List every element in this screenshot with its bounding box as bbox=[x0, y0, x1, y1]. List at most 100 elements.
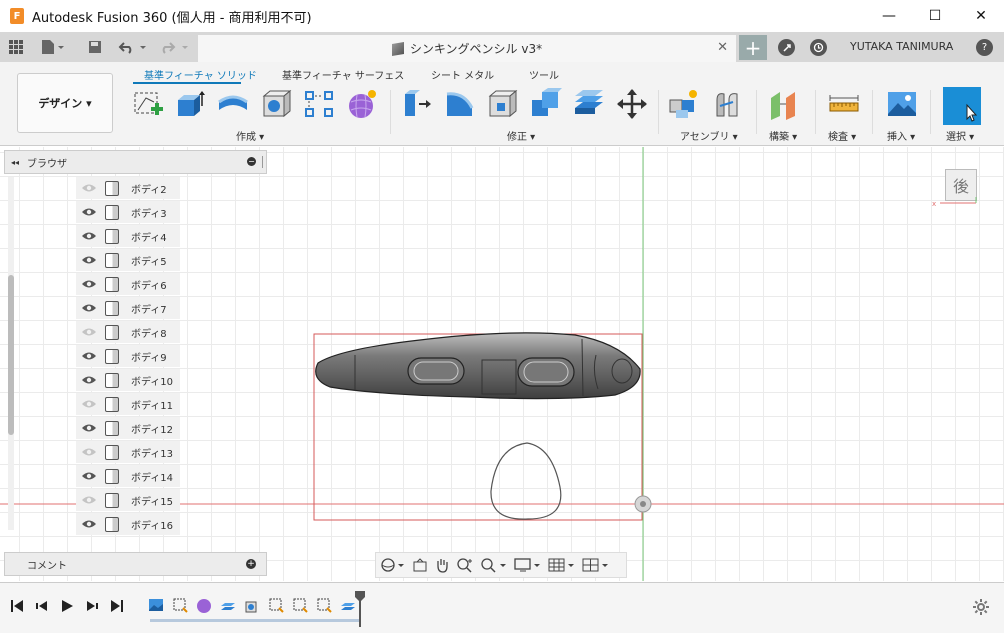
eye-hidden-icon[interactable] bbox=[81, 495, 97, 505]
eye-visible-icon[interactable] bbox=[81, 471, 97, 481]
close-tab-icon[interactable]: ✕ bbox=[717, 40, 728, 55]
timeline-marker-icon[interactable] bbox=[355, 591, 365, 627]
tab-sheet-metal[interactable]: シート メタル bbox=[431, 67, 494, 82]
pan-hand-icon[interactable] bbox=[434, 557, 450, 573]
redo-icon[interactable] bbox=[160, 32, 192, 62]
extrude-icon[interactable] bbox=[174, 88, 206, 120]
user-name[interactable]: YUTAKA TANIMURA bbox=[850, 40, 953, 53]
app-grid-icon[interactable] bbox=[8, 32, 24, 62]
maximize-button[interactable]: ☐ bbox=[912, 0, 958, 32]
panel-grip-icon[interactable] bbox=[262, 156, 264, 168]
add-comment-icon[interactable]: + bbox=[246, 559, 256, 569]
joint-icon[interactable] bbox=[711, 88, 743, 120]
step-forward-icon[interactable] bbox=[85, 599, 99, 613]
browser-body-row[interactable]: ボディ6 bbox=[76, 273, 180, 295]
inspect-group-label[interactable]: 検査 ▾ bbox=[828, 128, 856, 143]
create-group-label[interactable]: 作成 ▾ bbox=[236, 128, 264, 143]
timeline-sketch-icon[interactable] bbox=[268, 597, 284, 615]
undo-icon[interactable] bbox=[118, 32, 150, 62]
browser-body-row[interactable]: ボディ12 bbox=[76, 417, 180, 439]
browser-body-row[interactable]: ボディ3 bbox=[76, 201, 180, 223]
fillet-icon[interactable] bbox=[444, 88, 476, 120]
job-status-icon[interactable] bbox=[810, 39, 827, 56]
viewports-icon[interactable] bbox=[582, 557, 610, 573]
eye-visible-icon[interactable] bbox=[81, 207, 97, 217]
eye-visible-icon[interactable] bbox=[81, 375, 97, 385]
eye-visible-icon[interactable] bbox=[81, 279, 97, 289]
timeline-offset-icon[interactable] bbox=[220, 597, 236, 615]
browser-body-row[interactable]: ボディ16 bbox=[76, 513, 180, 535]
eye-hidden-icon[interactable] bbox=[81, 183, 97, 193]
look-at-icon[interactable] bbox=[412, 557, 428, 573]
tab-solid[interactable]: 基準フィーチャ ソリッド bbox=[144, 67, 257, 82]
timeline-shell-icon[interactable] bbox=[244, 597, 260, 615]
grid-snap-icon[interactable] bbox=[548, 557, 576, 573]
rectangular-pattern-icon[interactable] bbox=[303, 88, 335, 120]
zoom-window-icon[interactable] bbox=[480, 557, 508, 573]
insert-group-label[interactable]: 挿入 ▾ bbox=[887, 128, 915, 143]
tab-tools[interactable]: ツール bbox=[529, 67, 559, 82]
browser-body-row[interactable]: ボディ7 bbox=[76, 297, 180, 319]
tab-surface[interactable]: 基準フィーチャ サーフェス bbox=[282, 67, 404, 82]
collapse-browser-icon[interactable]: ◂◂ bbox=[11, 158, 19, 167]
help-icon[interactable]: ? bbox=[976, 39, 993, 56]
orbit-icon[interactable] bbox=[380, 557, 406, 573]
timeline-sketch-icon[interactable] bbox=[172, 597, 188, 615]
browser-body-row[interactable]: ボディ15 bbox=[76, 489, 180, 511]
close-window-button[interactable]: ✕ bbox=[958, 0, 1004, 32]
move-copy-icon[interactable] bbox=[616, 88, 648, 120]
play-icon[interactable] bbox=[60, 599, 74, 613]
extensions-icon[interactable] bbox=[778, 39, 795, 56]
eye-hidden-icon[interactable] bbox=[81, 447, 97, 457]
zoom-icon[interactable] bbox=[456, 557, 474, 573]
eye-hidden-icon[interactable] bbox=[81, 327, 97, 337]
offset-plane-icon[interactable] bbox=[768, 88, 800, 120]
eye-hidden-icon[interactable] bbox=[81, 399, 97, 409]
comment-panel-header[interactable]: コメント + bbox=[4, 552, 267, 576]
browser-scroll-thumb[interactable] bbox=[8, 275, 14, 435]
create-sketch-icon[interactable] bbox=[132, 88, 164, 120]
new-component-icon[interactable] bbox=[668, 88, 700, 120]
browser-body-row[interactable]: ボディ11 bbox=[76, 393, 180, 415]
chamfer-icon[interactable] bbox=[487, 88, 519, 120]
browser-body-row[interactable]: ボディ4 bbox=[76, 225, 180, 247]
combine-icon[interactable] bbox=[530, 88, 562, 120]
offset-face-icon[interactable] bbox=[573, 88, 605, 120]
timeline-sketch-icon[interactable] bbox=[316, 597, 332, 615]
eye-visible-icon[interactable] bbox=[81, 351, 97, 361]
create-form-icon[interactable] bbox=[346, 88, 378, 120]
browser-body-row[interactable]: ボディ13 bbox=[76, 441, 180, 463]
browser-body-row[interactable]: ボディ9 bbox=[76, 345, 180, 367]
browser-body-row[interactable]: ボディ14 bbox=[76, 465, 180, 487]
browser-minimize-icon[interactable]: − bbox=[247, 157, 256, 166]
assemble-group-label[interactable]: アセンブリ ▾ bbox=[680, 128, 738, 143]
display-settings-icon[interactable] bbox=[514, 557, 542, 573]
measure-icon[interactable] bbox=[828, 88, 860, 120]
save-icon[interactable] bbox=[88, 32, 102, 62]
press-pull-icon[interactable] bbox=[401, 88, 433, 120]
eye-visible-icon[interactable] bbox=[81, 231, 97, 241]
go-to-start-icon[interactable] bbox=[10, 599, 24, 613]
select-group-label[interactable]: 選択 ▾ bbox=[946, 128, 974, 143]
eye-visible-icon[interactable] bbox=[81, 303, 97, 313]
shell-icon[interactable] bbox=[260, 88, 292, 120]
eye-visible-icon[interactable] bbox=[81, 423, 97, 433]
file-menu-icon[interactable] bbox=[40, 32, 64, 62]
construct-group-label[interactable]: 構築 ▾ bbox=[769, 128, 797, 143]
step-back-icon[interactable] bbox=[35, 599, 49, 613]
browser-body-row[interactable]: ボディ2 bbox=[76, 177, 180, 199]
timeline-sketch-icon[interactable] bbox=[292, 597, 308, 615]
browser-panel-header[interactable]: ◂◂ ブラウザ − bbox=[4, 150, 267, 174]
canvas-viewport[interactable]: ◂◂ ブラウザ − ボディ2 ボディ3 ボディ4 ボディ5 ボディ6 ボディ7 ボディ8 ボデ… bbox=[0, 147, 1004, 581]
revolve-icon[interactable] bbox=[217, 88, 249, 120]
eye-visible-icon[interactable] bbox=[81, 255, 97, 265]
browser-body-row[interactable]: ボディ8 bbox=[76, 321, 180, 343]
modify-group-label[interactable]: 修正 ▾ bbox=[507, 128, 535, 143]
workspace-switcher[interactable]: デザイン ▾ bbox=[17, 73, 113, 133]
timeline-form-icon[interactable] bbox=[196, 597, 212, 615]
go-to-end-icon[interactable] bbox=[110, 599, 124, 613]
insert-image-icon[interactable] bbox=[886, 88, 918, 120]
timeline-settings-gear-icon[interactable] bbox=[972, 598, 990, 616]
eye-visible-icon[interactable] bbox=[81, 519, 97, 529]
select-icon[interactable] bbox=[943, 87, 981, 125]
